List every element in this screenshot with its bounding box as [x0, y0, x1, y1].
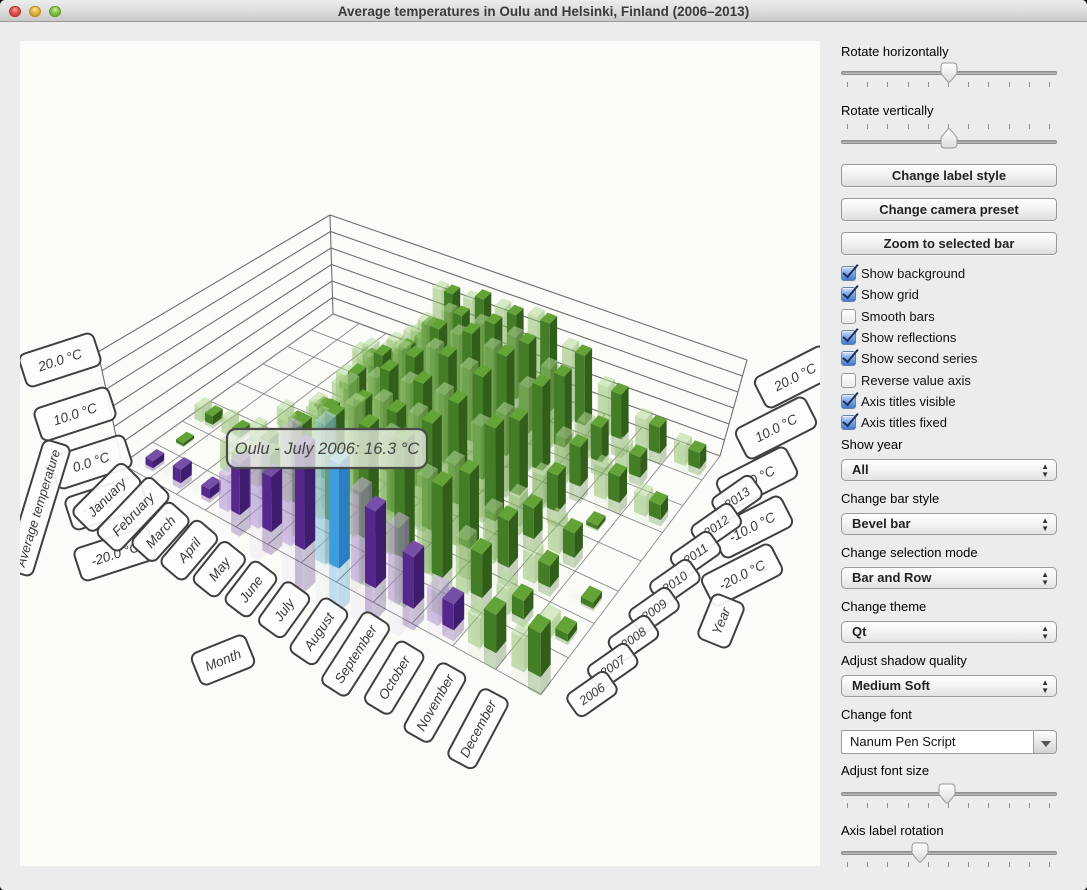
svg-text:Oulu - July 2006: 16.3 °C: Oulu - July 2006: 16.3 °C: [235, 440, 420, 458]
